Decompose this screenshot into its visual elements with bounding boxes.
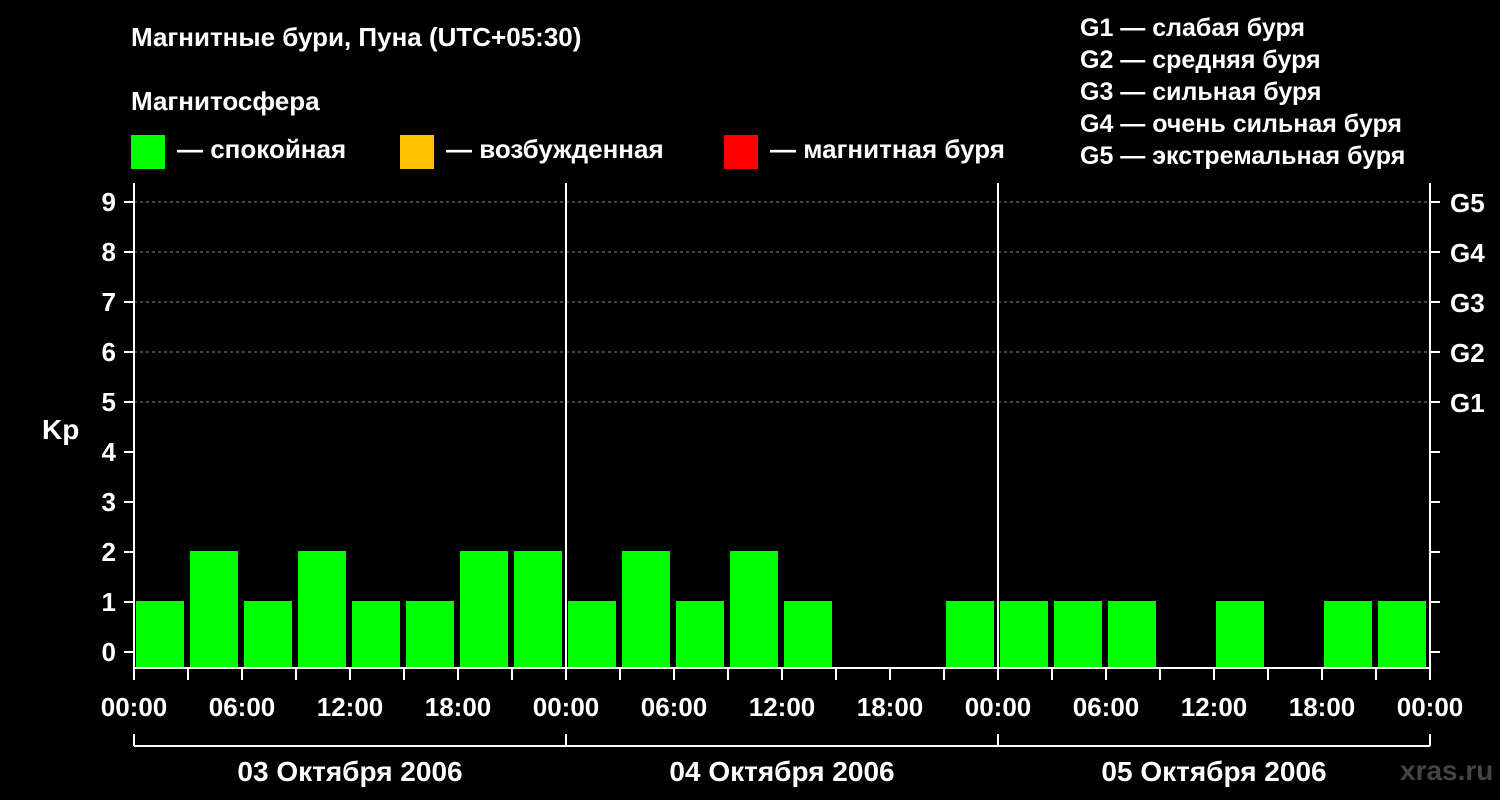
g-scale-label: G3 bbox=[1450, 288, 1485, 318]
kp-bar bbox=[1054, 601, 1102, 668]
y-tick-label: 0 bbox=[102, 637, 116, 667]
kp-bar bbox=[1216, 601, 1264, 668]
day-label: 03 Октября 2006 bbox=[237, 756, 462, 787]
watermark: xras.ru bbox=[1400, 755, 1494, 786]
x-tick-label: 12:00 bbox=[317, 692, 384, 722]
kp-bar bbox=[568, 601, 616, 668]
g-scale-label: G2 bbox=[1450, 338, 1485, 368]
g-scale-label: G5 bbox=[1450, 188, 1485, 218]
x-tick-label: 18:00 bbox=[425, 692, 492, 722]
y-axis-label: Kp bbox=[42, 414, 79, 445]
x-tick-label: 00:00 bbox=[1397, 692, 1464, 722]
kp-bar bbox=[406, 601, 454, 668]
y-tick-label: 1 bbox=[102, 587, 116, 617]
y-tick-label: 4 bbox=[102, 437, 117, 467]
kp-bar bbox=[784, 601, 832, 668]
kp-bar bbox=[1108, 601, 1156, 668]
day-label: 04 Октября 2006 bbox=[669, 756, 894, 787]
kp-bar bbox=[244, 601, 292, 668]
y-tick-label: 5 bbox=[102, 387, 116, 417]
x-tick-label: 06:00 bbox=[209, 692, 276, 722]
x-tick-label: 18:00 bbox=[1289, 692, 1356, 722]
kp-bar bbox=[514, 551, 562, 668]
kp-bar bbox=[622, 551, 670, 668]
kp-bar bbox=[136, 601, 184, 668]
y-tick-label: 8 bbox=[102, 237, 116, 267]
x-tick-label: 06:00 bbox=[641, 692, 708, 722]
x-tick-label: 12:00 bbox=[749, 692, 816, 722]
day-label: 05 Октября 2006 bbox=[1101, 756, 1326, 787]
g-scale-label: G4 bbox=[1450, 238, 1485, 268]
y-tick-label: 6 bbox=[102, 337, 116, 367]
kp-bar bbox=[946, 601, 994, 668]
y-tick-label: 9 bbox=[102, 187, 116, 217]
kp-bar bbox=[1378, 601, 1426, 668]
kp-bar bbox=[676, 601, 724, 668]
y-tick-label: 7 bbox=[102, 287, 116, 317]
kp-bar bbox=[352, 601, 400, 668]
x-tick-label: 00:00 bbox=[965, 692, 1032, 722]
x-tick-label: 06:00 bbox=[1073, 692, 1140, 722]
kp-bar bbox=[460, 551, 508, 668]
x-tick-label: 00:00 bbox=[533, 692, 600, 722]
y-tick-label: 2 bbox=[102, 537, 116, 567]
x-tick-label: 12:00 bbox=[1181, 692, 1248, 722]
x-tick-label: 00:00 bbox=[101, 692, 168, 722]
kp-bar bbox=[730, 551, 778, 668]
kp-bar bbox=[190, 551, 238, 668]
kp-bar bbox=[1000, 601, 1048, 668]
kp-bar-chart: 0 1 2 3 4 5 6 7 8 9 G1 G2 G3 G4 G5 Kp 00:00 06:00 12:00 18:… bbox=[42, 183, 1485, 787]
y-tick-label: 3 bbox=[102, 487, 116, 517]
kp-bar bbox=[298, 551, 346, 668]
x-tick-label: 18:00 bbox=[857, 692, 924, 722]
g-scale-label: G1 bbox=[1450, 388, 1485, 418]
kp-bar bbox=[1324, 601, 1372, 668]
